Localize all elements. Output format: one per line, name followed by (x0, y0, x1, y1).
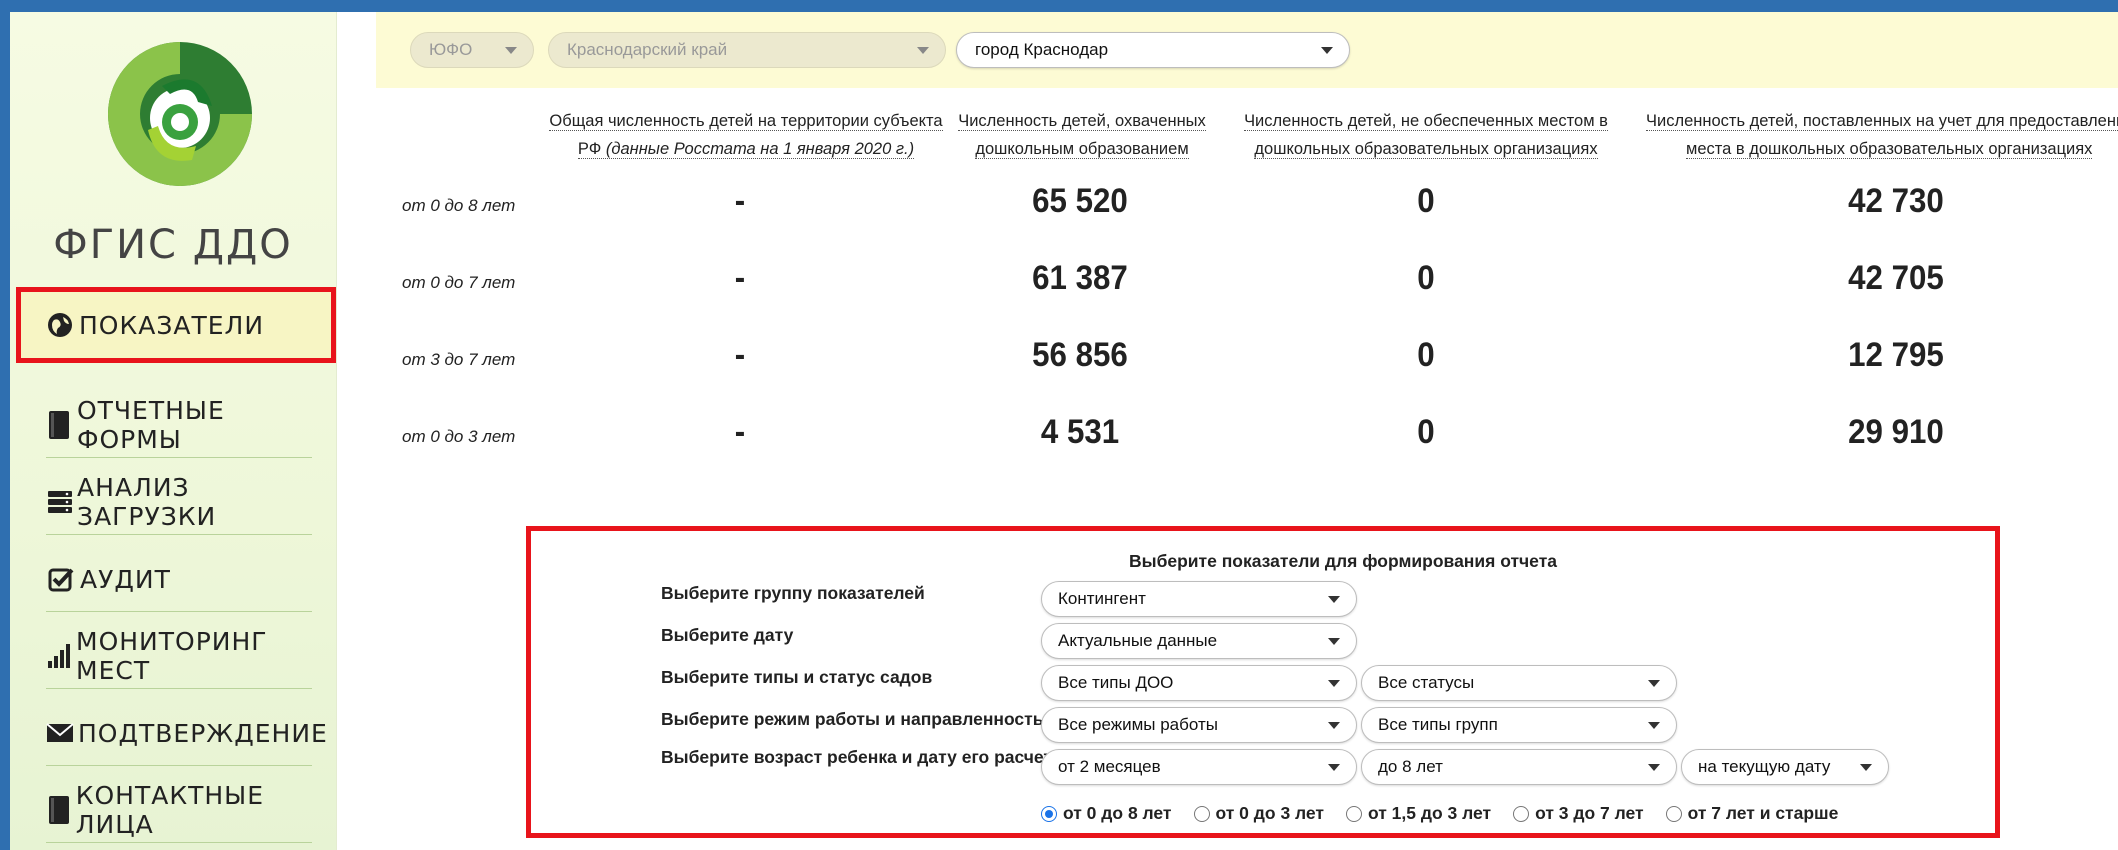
logo-icon (108, 42, 252, 186)
chevron-down-icon (1328, 722, 1340, 729)
radio-dot (1346, 805, 1362, 822)
chevron-down-icon (1321, 47, 1333, 54)
sidebar-item-label: ПОДТВЕРЖДЕНИЕ (78, 718, 328, 748)
signal-bars-icon (46, 641, 72, 671)
check-square-icon (46, 564, 76, 594)
sidebar: ФГИС ДДО ПОКАЗАТЕЛИ ОТЧЕТНЫЕ ФОРМЫ АНАЛИ… (10, 12, 337, 850)
label-date: Выберите дату (661, 625, 794, 645)
city-select[interactable]: город Краснодар (956, 32, 1350, 68)
radio-age-3-7[interactable]: от 3 до 7 лет (1513, 803, 1644, 824)
app-window: ФГИС ДДО ПОКАЗАТЕЛИ ОТЧЕТНЫЕ ФОРМЫ АНАЛИ… (10, 12, 2118, 850)
label-types-status: Выберите типы и статус садов (661, 667, 933, 687)
sidebar-item-label: АУДИТ (80, 564, 171, 594)
cell-total: - (734, 336, 746, 374)
region-select[interactable]: Краснодарский край (548, 32, 946, 68)
row-label: от 0 до 3 лет (402, 427, 516, 446)
radio-dot (1193, 805, 1210, 822)
chevron-down-icon (1328, 764, 1340, 771)
radio-dot (1513, 805, 1530, 822)
indicator-group-select[interactable]: Контингент (1041, 581, 1357, 617)
cell-unprovided: 0 (1417, 182, 1435, 220)
chevron-down-icon (1328, 680, 1340, 687)
age-from-select[interactable]: от 2 месяцев (1041, 749, 1357, 785)
chevron-down-icon (1860, 764, 1872, 771)
envelope-icon (46, 718, 74, 748)
panel-title: Выберите показатели для формирования отч… (1128, 551, 1557, 571)
sidebar-item-report-forms[interactable]: ОТЧЕТНЫЕ ФОРМЫ (46, 393, 312, 458)
row-label: от 0 до 8 лет (402, 196, 516, 215)
region-filter-bar: ЮФО Краснодарский край город Краснодар (376, 12, 2118, 88)
cell-registered: 29 910 (1848, 413, 1944, 451)
label-age-date: Выберите возраст ребенка и дату его расч… (661, 747, 1062, 767)
radio-age-0-8[interactable]: от 0 до 8 лет (1041, 803, 1172, 824)
sidebar-item-load-analysis[interactable]: АНАЛИЗ ЗАГРУЗКИ (46, 470, 312, 535)
sidebar-item-audit[interactable]: АУДИТ (46, 547, 312, 612)
age-calc-date-select[interactable]: на текущую дату (1681, 749, 1889, 785)
cell-total: - (734, 259, 746, 297)
chevron-down-icon (1648, 764, 1660, 771)
age-to-select[interactable]: до 8 лет (1361, 749, 1677, 785)
cell-covered: 56 856 (1032, 336, 1128, 374)
column-header-unprovided: Численность детей, не обеспеченных место… (1244, 112, 1608, 159)
cell-covered: 4 531 (1040, 413, 1120, 451)
cell-unprovided: 0 (1417, 413, 1435, 451)
chevron-down-icon (505, 47, 517, 54)
group-type-select[interactable]: Все типы групп (1361, 707, 1677, 743)
sidebar-item-label: КОНТАКТНЫЕ ЛИЦА (75, 781, 265, 839)
cell-registered: 12 795 (1848, 336, 1944, 374)
chevron-down-icon (1648, 680, 1660, 687)
radio-age-0-3[interactable]: от 0 до 3 лет (1193, 803, 1324, 824)
kindergarten-status-select[interactable]: Все статусы (1361, 665, 1677, 701)
cell-total: - (734, 413, 746, 451)
radio-age-7-plus[interactable]: от 7 лет и старше (1665, 803, 1838, 824)
cell-total: - (734, 182, 746, 220)
age-range-radio-group: от 0 до 8 лет от 0 до 3 лет от 1,5 до 3 … (1041, 803, 1860, 824)
cell-unprovided: 0 (1417, 259, 1435, 297)
row-label: от 3 до 7 лет (402, 350, 516, 369)
work-mode-select[interactable]: Все режимы работы (1041, 707, 1357, 743)
kindergarten-type-select[interactable]: Все типы ДОО (1041, 665, 1357, 701)
chevron-down-icon (917, 47, 929, 54)
cell-covered: 61 387 (1032, 259, 1128, 297)
label-indicator-group: Выберите группу показателей (661, 583, 925, 603)
radio-age-1-5-3[interactable]: от 1,5 до 3 лет (1346, 803, 1491, 824)
label-mode-direction: Выберите режим работы и направленность (661, 709, 1044, 729)
header-line2: РФ (данные Росстата на 1 января 2020 г.) (577, 140, 915, 159)
server-icon (46, 487, 73, 517)
book-icon (46, 795, 72, 825)
cell-unprovided: 0 (1417, 336, 1435, 374)
cell-registered: 42 705 (1848, 259, 1944, 297)
report-settings-panel: Выберите показатели для формирования отч… (526, 526, 2000, 838)
cell-covered: 65 520 (1032, 182, 1128, 220)
chevron-down-icon (1648, 722, 1660, 729)
column-header-total: Общая численность детей на территории су… (549, 112, 943, 159)
globe-icon (45, 310, 75, 340)
date-select[interactable]: Актуальные данные (1041, 623, 1357, 659)
cell-registered: 42 730 (1848, 182, 1944, 220)
sidebar-item-indicators[interactable]: ПОКАЗАТЕЛИ (16, 287, 336, 363)
sidebar-item-contacts[interactable]: КОНТАКТНЫЕ ЛИЦА (46, 778, 312, 843)
brand-title: ФГИС ДДО (53, 222, 293, 268)
sidebar-item-label: МОНИТОРИНГ МЕСТ (76, 627, 268, 685)
sidebar-item-confirmation[interactable]: ПОДТВЕРЖДЕНИЕ (46, 701, 327, 766)
chevron-down-icon (1328, 596, 1340, 603)
column-header-covered: Численность детей, охваченных дошкольным… (958, 112, 1206, 159)
radio-dot (1665, 805, 1682, 822)
sidebar-item-label: АНАЛИЗ ЗАГРУЗКИ (77, 473, 217, 531)
radio-dot (1041, 805, 1057, 822)
sidebar-item-label: ПОКАЗАТЕЛИ (79, 310, 265, 340)
district-select[interactable]: ЮФО (410, 32, 534, 68)
row-label: от 0 до 7 лет (402, 273, 516, 292)
column-header-registered: Численность детей, поставленных на учет … (1646, 107, 2118, 163)
sidebar-item-monitoring[interactable]: МОНИТОРИНГ МЕСТ (46, 624, 312, 689)
chevron-down-icon (1328, 638, 1340, 645)
book-icon (46, 410, 73, 440)
sidebar-item-label: ОТЧЕТНЫЕ ФОРМЫ (76, 396, 225, 454)
